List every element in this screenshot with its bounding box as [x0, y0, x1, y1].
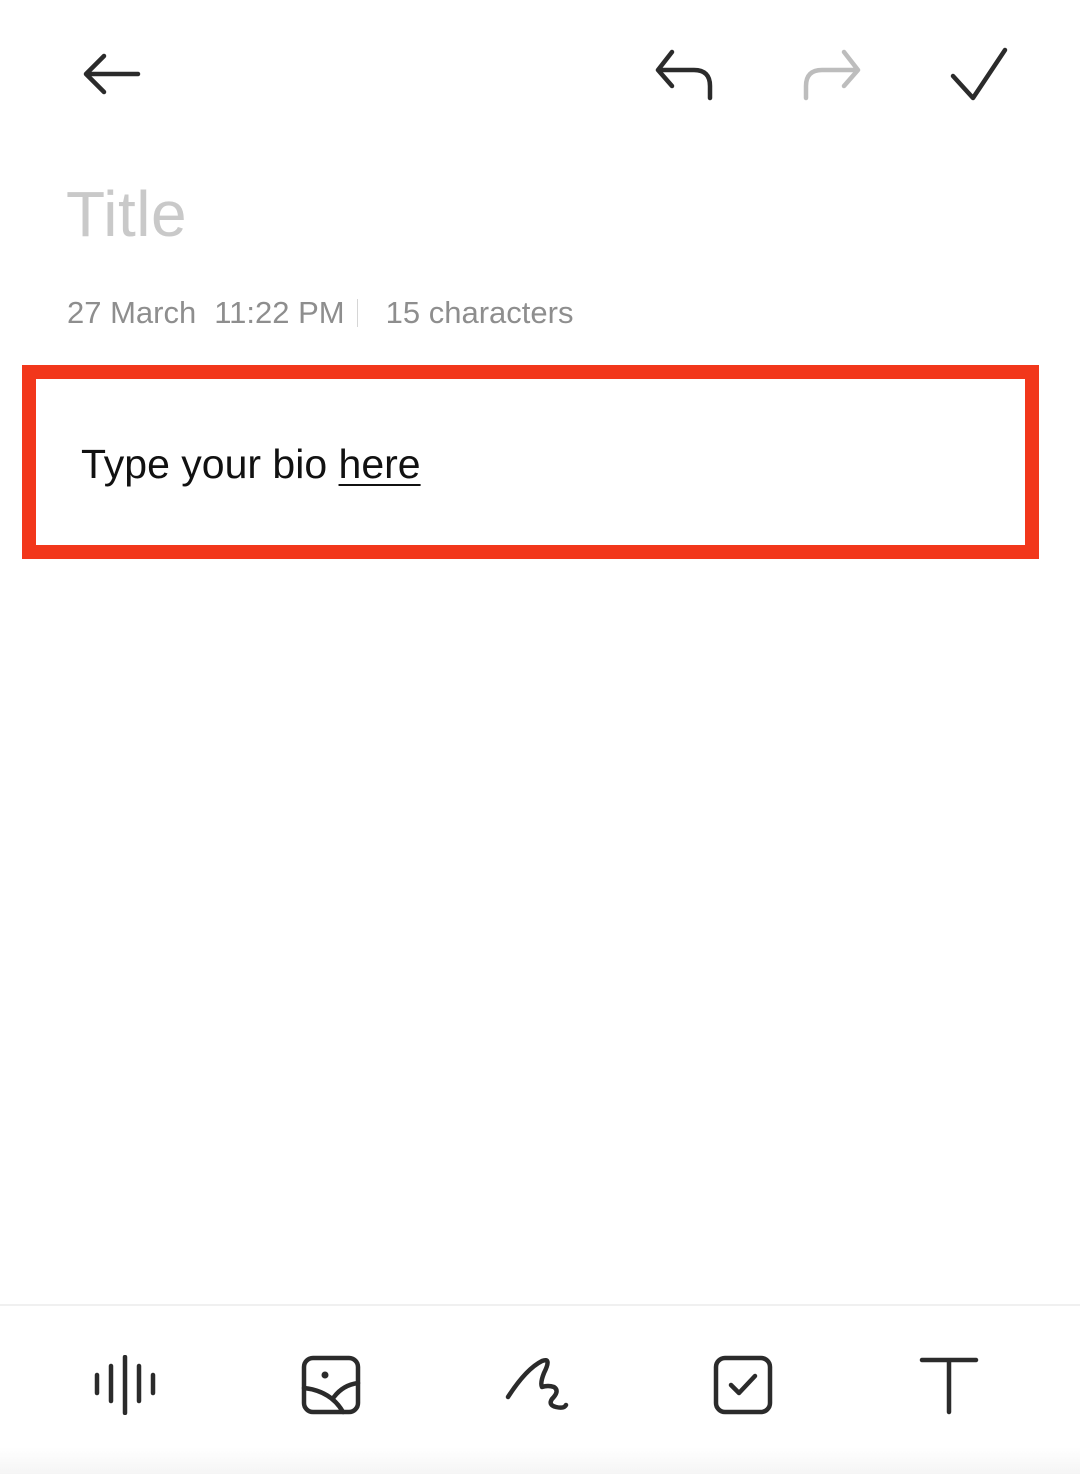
highlight-annotation-box: Type your bio here — [22, 365, 1039, 559]
undo-icon — [655, 49, 713, 101]
voice-recording-button[interactable] — [80, 1340, 170, 1430]
note-date: 27 March — [67, 295, 197, 330]
handwriting-icon — [505, 1358, 569, 1410]
back-button[interactable] — [70, 38, 154, 110]
text-format-icon — [919, 1357, 979, 1415]
done-button[interactable] — [937, 38, 1021, 110]
redo-button[interactable] — [790, 38, 874, 110]
checkmark-icon — [950, 47, 1008, 101]
body-text-underlined: here — [338, 441, 421, 487]
note-body-input[interactable]: Type your bio here — [81, 437, 421, 491]
character-count: 15 characters — [385, 295, 574, 330]
title-input[interactable]: Title — [66, 172, 1006, 256]
doodle-button[interactable] — [492, 1340, 582, 1430]
insert-image-button[interactable] — [286, 1340, 376, 1430]
note-time: 11:22 PM — [214, 295, 345, 330]
meta-divider — [356, 299, 358, 327]
checkbox-icon — [713, 1355, 773, 1415]
arrow-left-icon — [83, 53, 141, 95]
checklist-button[interactable] — [698, 1340, 788, 1430]
undo-button[interactable] — [642, 38, 726, 110]
bottom-toolbar — [0, 1304, 1080, 1474]
audio-waveform-icon — [94, 1355, 156, 1415]
redo-icon — [803, 49, 861, 101]
image-icon — [301, 1355, 361, 1415]
body-text-plain: Type your bio — [81, 441, 339, 487]
note-meta: 27 March 11:22 PM 15 characters — [67, 293, 573, 333]
text-format-button[interactable] — [904, 1340, 994, 1430]
